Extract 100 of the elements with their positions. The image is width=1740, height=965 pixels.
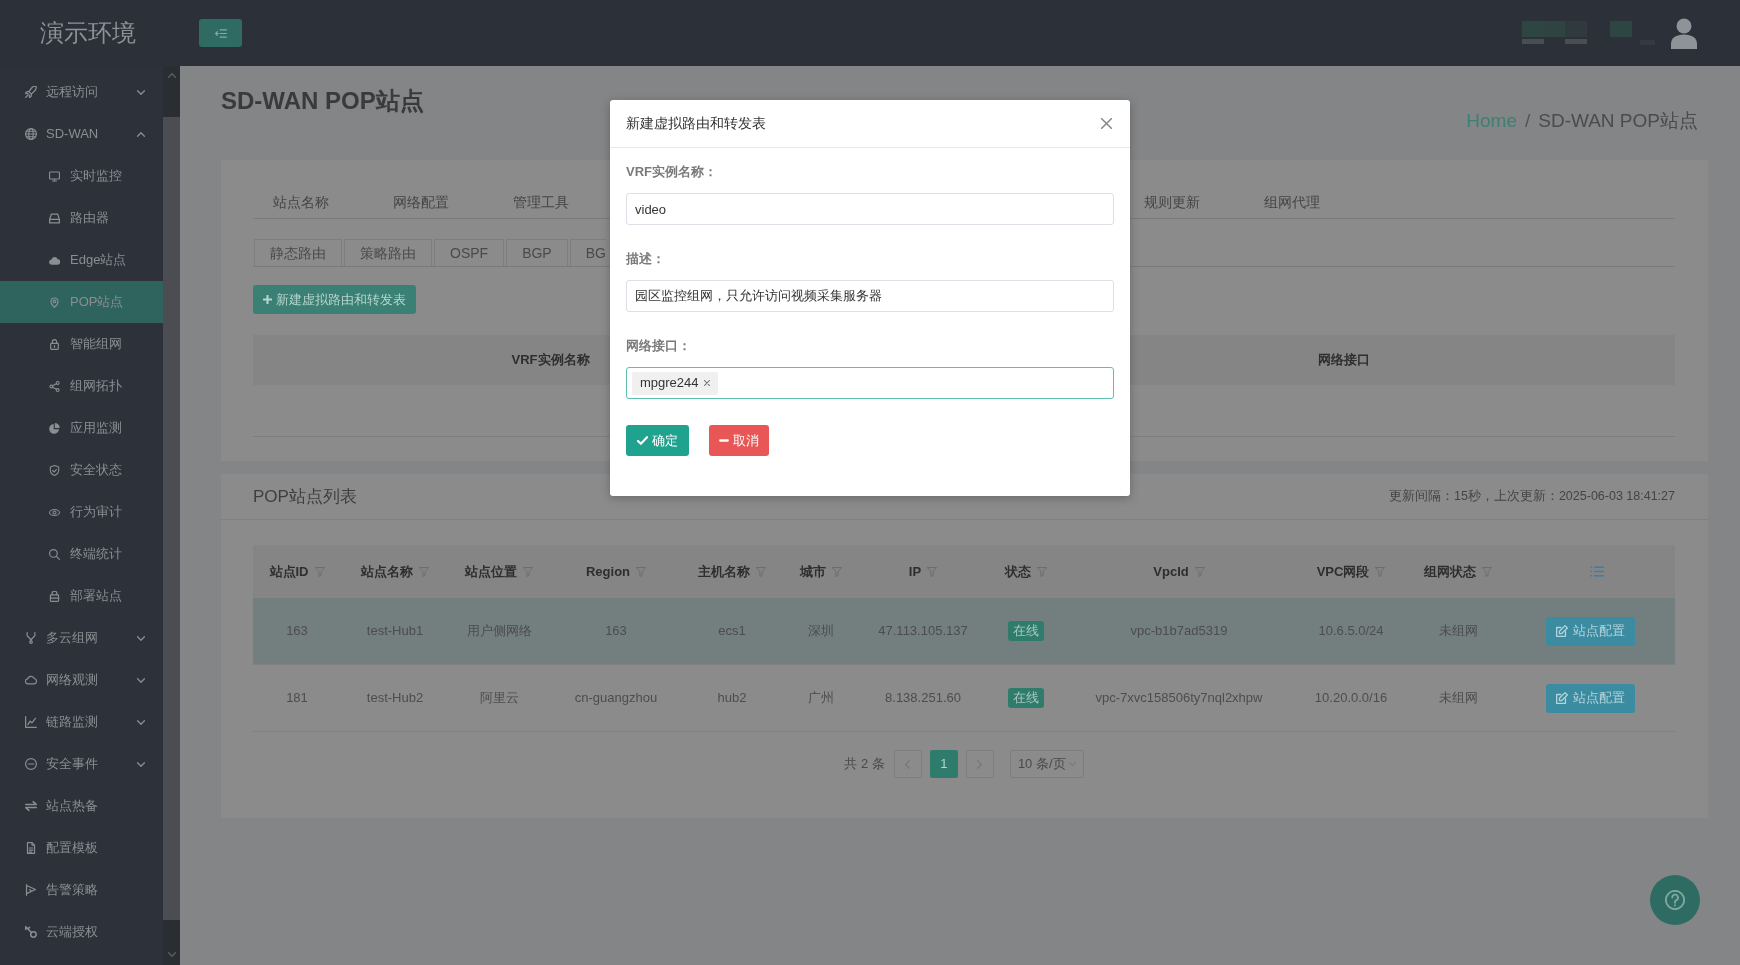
sidebar-item[interactable]: 行为审计 — [0, 491, 163, 533]
tab[interactable]: 管理工具 — [501, 186, 581, 218]
table-cell-text: hub2 — [716, 689, 748, 708]
table-cell-text: cn-guangzhou — [573, 689, 659, 708]
document-icon — [25, 842, 37, 854]
sidebar-item[interactable]: 组网拓扑 — [0, 365, 163, 407]
sidebar-item[interactable]: 终端统计 — [0, 533, 163, 575]
hard-drive-icon — [49, 212, 60, 224]
sub-tab[interactable]: 静态路由 — [254, 239, 342, 266]
sidebar-item[interactable]: 安全事件 — [0, 743, 163, 785]
sidebar-item[interactable]: Edge站点 — [0, 239, 163, 281]
filter-icon[interactable] — [927, 566, 938, 577]
plus-icon — [263, 295, 272, 304]
help-button[interactable] — [1650, 875, 1700, 925]
sidebar-item[interactable]: 实时监控 — [0, 155, 163, 197]
field-label: VRF实例名称： — [626, 163, 718, 181]
table-cell-text: vpc-7xvc158506ty7nql2xhpw — [1094, 689, 1264, 708]
confirm-button[interactable]: 确定 — [626, 425, 689, 456]
flag-icon — [25, 884, 37, 896]
sub-tab[interactable]: OSPF — [434, 239, 505, 266]
sidebar-item[interactable]: 远程访问 — [0, 71, 163, 113]
filter-icon[interactable] — [1194, 566, 1205, 577]
tab[interactable]: 规则更新 — [1132, 186, 1212, 218]
page-size-select[interactable]: 10 条/页 — [1009, 750, 1084, 778]
sidebar-item[interactable]: 多云组网 — [0, 617, 163, 659]
site-config-button[interactable]: 站点配置 — [1545, 616, 1635, 646]
page-title: SD-WAN POP站点 — [221, 86, 424, 116]
check-icon — [637, 436, 648, 445]
tab[interactable]: 网络配置 — [381, 186, 461, 218]
tab[interactable]: 组网代理 — [1252, 186, 1332, 218]
edit-icon — [1555, 692, 1568, 704]
multi-select-field[interactable]: mpgre244 — [626, 367, 1114, 399]
cancel-button[interactable]: 取消 — [709, 425, 769, 456]
filter-icon[interactable] — [1375, 566, 1386, 577]
sidebar-item[interactable]: 应用监测 — [0, 407, 163, 449]
user-avatar-icon[interactable] — [1671, 17, 1697, 49]
close-icon[interactable] — [703, 380, 710, 386]
rocket-icon — [25, 86, 37, 98]
globe-icon — [25, 128, 37, 140]
sidebar-item[interactable]: 云端授权 — [0, 911, 163, 953]
column-header: 状态 — [1005, 562, 1031, 581]
status-badge: 在线 — [1008, 621, 1044, 641]
sidebar-item[interactable]: 安全状态 — [0, 449, 163, 491]
sidebar-item[interactable]: 路由器 — [0, 197, 163, 239]
sub-tab[interactable]: BGP — [506, 239, 568, 266]
column-header: VpcId — [1153, 562, 1189, 581]
tab[interactable]: 站点名称 — [261, 186, 341, 218]
table-cell-text: test-Hub2 — [365, 689, 425, 708]
column-header: Region — [585, 562, 631, 581]
status-badge: 在线 — [1008, 688, 1044, 708]
sidebar-item[interactable]: 链路监测 — [0, 701, 163, 743]
location-pin-icon — [49, 296, 60, 308]
refresh-info: 更新间隔：15秒，上次更新：2025-06-03 18:41:27 — [1389, 488, 1675, 506]
column-header: 站点位置 — [465, 562, 517, 581]
lock-icon — [49, 590, 60, 602]
search-icon — [49, 548, 60, 560]
sidebar-item[interactable]: POP站点 — [0, 281, 163, 323]
input-field[interactable]: video — [626, 193, 1114, 225]
filter-icon[interactable] — [1482, 566, 1492, 577]
pie-chart-icon — [49, 422, 60, 434]
list-icon[interactable] — [1590, 566, 1604, 577]
filter-icon[interactable] — [419, 566, 429, 577]
logo-text: 演示环境 — [40, 18, 136, 48]
panel-title: POP站点列表 — [253, 485, 357, 508]
site-config-button[interactable]: 站点配置 — [1545, 683, 1635, 713]
table-cell-text: 181 — [285, 689, 309, 708]
filter-icon[interactable] — [832, 566, 842, 577]
column-header: IP — [908, 562, 922, 581]
sidebar-item[interactable]: 站点热备 — [0, 785, 163, 827]
sidebar-item[interactable]: 智能组网 — [0, 323, 163, 365]
share-icon — [49, 380, 60, 392]
eye-icon — [49, 506, 60, 518]
sidebar-item[interactable]: SD-WAN — [0, 113, 163, 155]
sidebar-item[interactable]: 部署站点 — [0, 575, 163, 617]
tag-label: mpgre244 — [640, 374, 699, 393]
column-header: 组网状态 — [1424, 562, 1476, 581]
breadcrumb-current: SD-WAN POP站点 — [1538, 109, 1698, 133]
sidebar-item[interactable]: 告警策略 — [0, 869, 163, 911]
column-header: 站点名称 — [361, 562, 413, 581]
key-icon — [25, 926, 37, 938]
close-icon[interactable] — [1101, 118, 1112, 129]
sidebar-item[interactable]: 配置模板 — [0, 827, 163, 869]
input-field[interactable]: 园区监控组网，只允许访问视频采集服务器 — [626, 280, 1114, 312]
sub-tab[interactable]: BG — [569, 239, 606, 266]
filter-icon[interactable] — [314, 566, 325, 577]
minus-circle-icon — [25, 758, 37, 770]
field-label: 描述： — [626, 250, 666, 268]
sub-tab[interactable]: 策略路由 — [344, 239, 432, 266]
cloud-icon — [49, 254, 60, 266]
sidebar-item[interactable]: 网络观测 — [0, 659, 163, 701]
filter-icon[interactable] — [756, 566, 766, 577]
filter-icon[interactable] — [1037, 566, 1047, 577]
table-cell-text: 未组网 — [1437, 689, 1479, 708]
add-vrf-button[interactable]: 新建虚拟路由和转发表 — [253, 285, 416, 314]
page-button[interactable]: 1 — [929, 750, 958, 778]
table-cell-text: 8.138.251.60 — [884, 689, 962, 708]
column-header: 网络接口 — [1318, 351, 1370, 370]
sidebar-toggle-button[interactable] — [199, 19, 242, 47]
filter-icon[interactable] — [523, 566, 533, 577]
filter-icon[interactable] — [636, 566, 647, 577]
